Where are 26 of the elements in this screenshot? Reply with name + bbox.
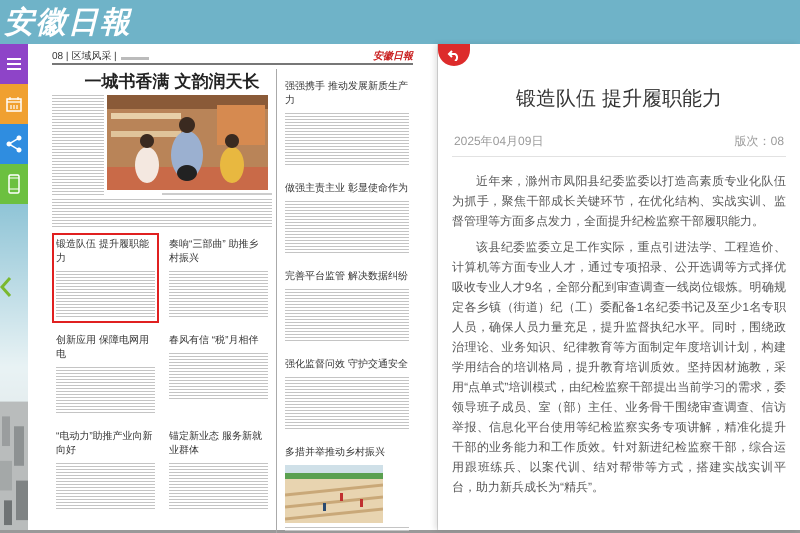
article-headline[interactable]: “电动力”助推产业向新向好 (56, 429, 155, 459)
article-headline[interactable]: 锚定新业态 服务新就业群体 (169, 429, 268, 459)
back-arrow-icon (447, 49, 461, 61)
article-headline[interactable]: 强强携手 推动发展新质生产力 (285, 79, 409, 109)
article-headline[interactable]: 强化监督问效 守护交通安全 (285, 357, 409, 373)
date-text-drawing (120, 57, 149, 60)
page-label: 08 | 区域风采 | (52, 52, 117, 62)
sidebar-button[interactable] (0, 124, 28, 164)
article-headline[interactable]: 多措并举推动乡村振兴 (285, 445, 409, 461)
sidebar-button[interactable] (0, 44, 28, 84)
article-title: 锻造队伍 提升履职能力 (515, 87, 723, 112)
lead-headline[interactable]: 一城书香满 文韵润天长 (52, 69, 272, 95)
selection-frame[interactable]: 锻造队伍 提升履职能力 (52, 233, 159, 323)
edition-label: 版次：08 (734, 133, 784, 150)
article-headline[interactable]: 春风有信 “税”月相伴 (169, 333, 268, 349)
article-date: 2025年04月09日 (454, 133, 544, 150)
article-headline[interactable]: 锻造队伍 提升履职能力 (56, 237, 155, 267)
article-paragraph: 近年来，滁州市凤阳县纪委监委以打造高素质专业化队伍为抓手，聚焦干部成长关键环节，在优化结构、实战实训、监督管理等方面多点发力，全面提升纪检监察干部履职能力。 (452, 173, 786, 230)
article-paragraph: 该县纪委监委立足工作实际，重点引进法学、工程造价、计算机等方面专业人才，通过专项招录、公开选调等方式择优吸收专业人才9名，全部分配到审查调查一线岗位锻炼。明确规定各乡镇（街道）纪（工）委配备1名纪委书记及至少1名专职人员，确保人员力量充足，提升监督执纪水平。同时，围绕政治理论、业务知识、纪律教育等方面制定年度培训计划，构建学用结合的培训格局，提升教育培训质效。坚持因材施教，采用“点单式”培训模式，由纪检监察干部提出当前学习的需求，委领导班子成员、室（部）主任、业务骨干围绕审查调查、信访举报、信息化平台使用等纪检监察实务专项讲解，精准化提升干部的业务能力和工作质效。针对新进纪检监察干部，综合运用跟班练兵、以案代训、结对帮带等方式，搭建实战实训平台，助力新兵成长为“精兵”。 (452, 239, 786, 496)
sidebar-button[interactable] (0, 164, 28, 204)
article-headline[interactable]: 创新应用 保障电网用电 (56, 333, 155, 363)
article-headline[interactable]: 做强主责主业 彰显使命作为 (285, 181, 409, 197)
back-button[interactable] (438, 44, 470, 66)
article-headline[interactable]: 奏响“三部曲” 助推乡村振兴 (169, 237, 268, 267)
masthead: 安徽日報 (373, 52, 413, 62)
article-headline[interactable]: 完善平台监管 解决数据纠纷 (285, 269, 409, 285)
